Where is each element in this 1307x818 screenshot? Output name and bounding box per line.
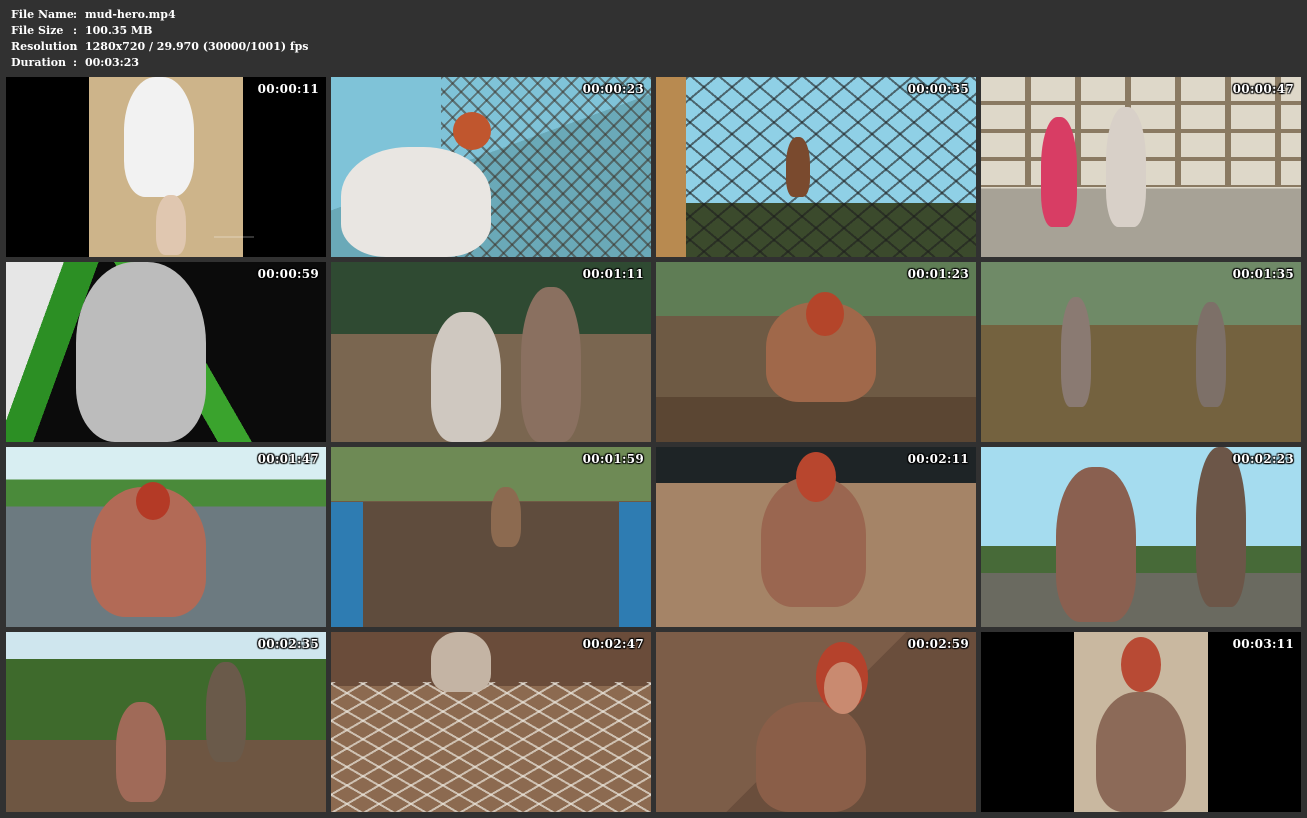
person-silhouette [1056,467,1136,622]
thumbnail[interactable]: 00:02:47 [331,632,651,812]
person-silhouette [1196,302,1226,407]
wood-frame [656,77,686,257]
thumbnail[interactable]: 00:00:35 [656,77,976,257]
thumbnail[interactable]: 00:00:59 [6,262,326,442]
person-head [1121,637,1161,692]
thumbnail[interactable]: 00:02:23 [981,447,1301,627]
duration-value: 00:03:23 [85,56,140,69]
timestamp: 00:02:35 [257,637,319,651]
timestamp: 00:01:11 [582,267,644,281]
person-silhouette [341,147,491,257]
file-name-row: File Name : mud-hero.mp4 [11,7,309,23]
timestamp: 00:00:47 [1232,82,1294,96]
thumbnail[interactable]: 00:01:47 [6,447,326,627]
person-silhouette [786,137,810,197]
timestamp: 00:03:11 [1232,637,1294,651]
file-size-label: File Size [11,24,64,37]
thumbnail[interactable]: 00:00:11 [6,77,326,257]
timestamp: 00:00:11 [257,82,319,96]
thumbnail[interactable]: 00:03:11 [981,632,1301,812]
separator: : [73,8,78,21]
thumbnail[interactable]: 00:02:11 [656,447,976,627]
person-silhouette [756,702,866,812]
person-head [136,482,170,520]
thumbnail[interactable]: 00:02:35 [6,632,326,812]
person-head [453,112,491,150]
person-silhouette [1096,692,1186,812]
timestamp: 00:01:59 [582,452,644,466]
video-frame [6,632,326,812]
file-info-panel: File Name : mud-hero.mp4 File Size : 100… [11,7,309,71]
person-silhouette [156,195,186,255]
person-face [824,662,862,714]
person-silhouette [521,287,581,442]
person-silhouette [1041,117,1077,227]
separator: : [73,40,78,53]
person-silhouette [491,487,521,547]
duration-row: Duration : 00:03:23 [11,55,309,71]
timestamp: 00:02:59 [907,637,969,651]
timestamp: 00:00:35 [907,82,969,96]
thumbnail[interactable]: 00:00:23 [331,77,651,257]
separator: : [73,56,78,69]
file-name-label: File Name [11,8,74,21]
thumbnail[interactable]: 00:01:11 [331,262,651,442]
timestamp: 00:02:11 [907,452,969,466]
resolution-label: Resolution [11,40,78,53]
thumbnail[interactable]: 00:01:35 [981,262,1301,442]
person-silhouette [431,632,491,692]
person-silhouette [206,662,246,762]
file-name-value: mud-hero.mp4 [85,8,176,21]
video-frame [981,447,1301,627]
person-silhouette [431,312,501,442]
duration-label: Duration [11,56,67,69]
person-silhouette [124,77,194,197]
watermark [214,236,254,245]
person-silhouette [1061,297,1091,407]
person-silhouette [1196,447,1246,607]
thumbnail[interactable]: 00:01:23 [656,262,976,442]
thumbnail[interactable]: 00:02:59 [656,632,976,812]
timestamp: 00:02:23 [1232,452,1294,466]
contact-sheet: File Name : mud-hero.mp4 File Size : 100… [0,0,1307,818]
person-silhouette [116,702,166,802]
resolution-value: 1280x720 / 29.970 (30000/1001) fps [85,40,309,53]
resolution-row: Resolution : 1280x720 / 29.970 (30000/10… [11,39,309,55]
timestamp: 00:02:47 [582,637,644,651]
timestamp: 00:01:23 [907,267,969,281]
person-head [806,292,844,336]
separator: : [73,24,78,37]
person-head [796,452,836,502]
video-frame [981,262,1301,442]
file-size-value: 100.35 MB [85,24,153,37]
timestamp: 00:00:23 [582,82,644,96]
person-silhouette [1106,107,1146,227]
person-silhouette [76,262,206,442]
rope-net [331,682,651,812]
timestamp: 00:00:59 [257,267,319,281]
thumbnail[interactable]: 00:01:59 [331,447,651,627]
thumbnail[interactable]: 00:00:47 [981,77,1301,257]
thumbnail-grid: 00:00:11 00:00:23 00:00:35 00:00:47 00:0… [6,77,1303,813]
rope-net [656,77,976,257]
timestamp: 00:01:35 [1232,267,1294,281]
timestamp: 00:01:47 [257,452,319,466]
file-size-row: File Size : 100.35 MB [11,23,309,39]
